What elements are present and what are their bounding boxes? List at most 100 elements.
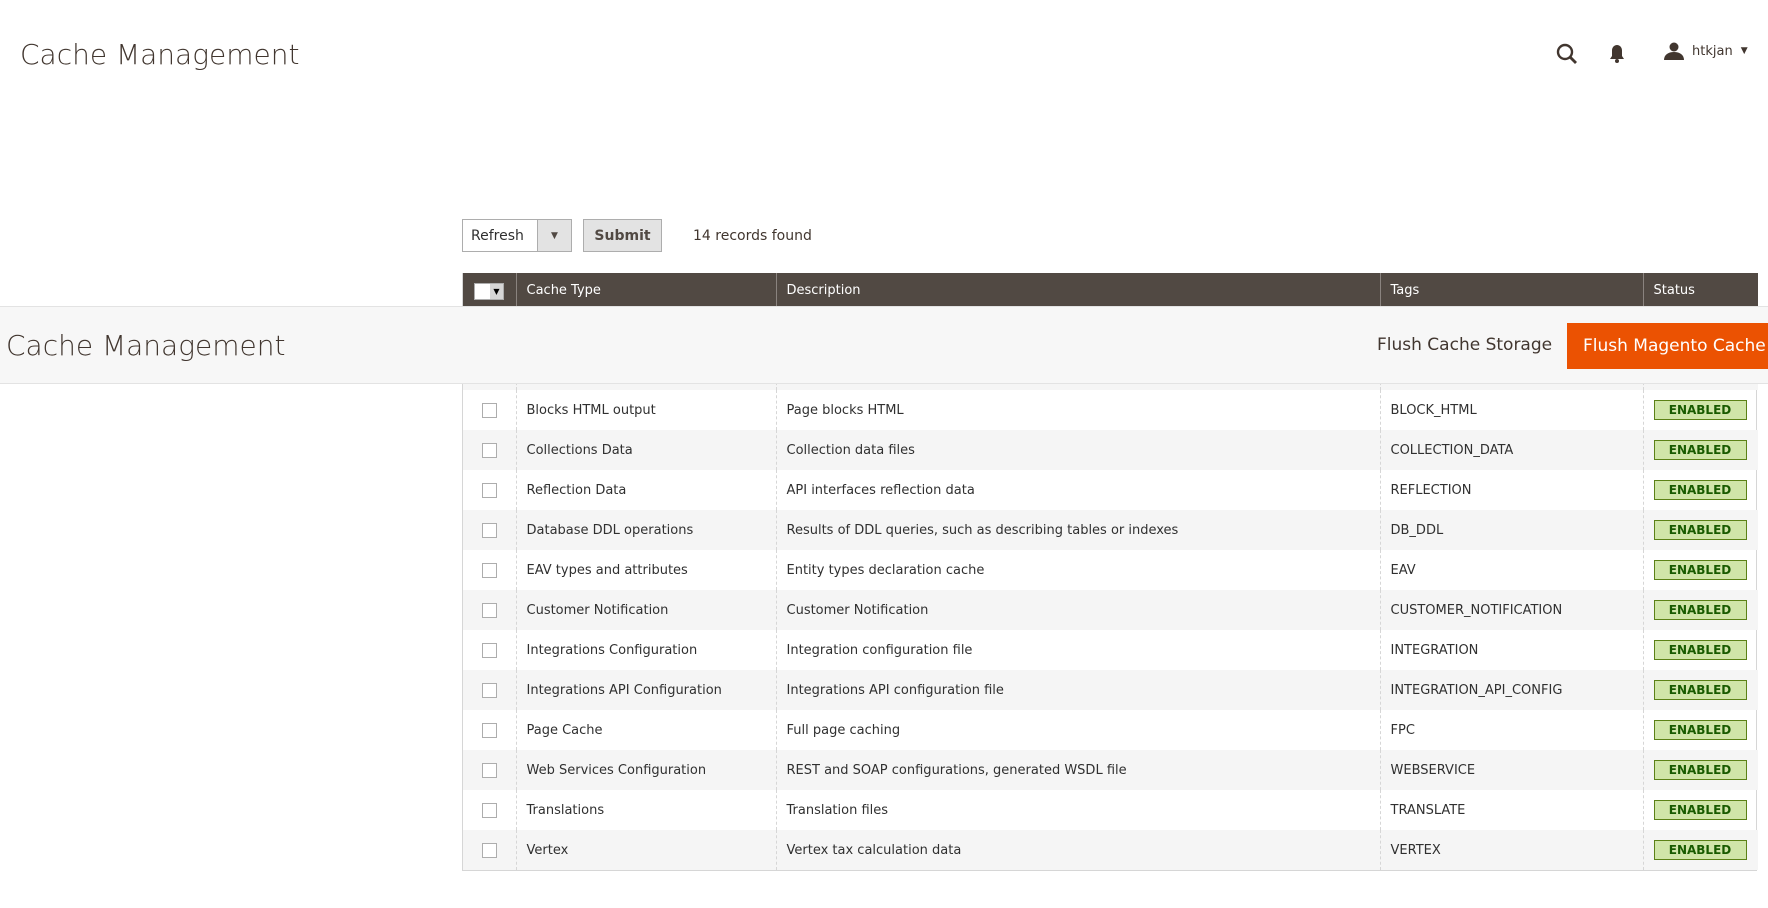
username: htkjan	[1692, 43, 1733, 59]
row-checkbox-cell[interactable]	[463, 830, 516, 870]
row-checkbox-cell[interactable]	[463, 750, 516, 790]
row-checkbox[interactable]	[481, 762, 497, 778]
row-checkbox[interactable]	[481, 402, 497, 418]
description: Integrations API configuration file	[775, 670, 1380, 710]
caret-down-icon[interactable]: ▼	[490, 284, 503, 299]
status-cell: ENABLED	[1642, 510, 1758, 550]
table-row: Blocks HTML output Page blocks HTML BLOC…	[463, 390, 1758, 430]
row-checkbox[interactable]	[481, 522, 497, 538]
status-cell: ENABLED	[1642, 430, 1758, 470]
status-badge: ENABLED	[1653, 480, 1747, 500]
flush-cache-storage-button[interactable]: Flush Cache Storage	[1377, 335, 1552, 355]
row-checkbox-cell[interactable]	[463, 470, 516, 510]
description: Translation files	[775, 790, 1380, 830]
row-checkbox-cell[interactable]	[463, 630, 516, 670]
tags: EAV	[1379, 550, 1643, 590]
table-row: Collections Data Collection data files C…	[463, 430, 1758, 470]
bell-icon[interactable]	[1609, 44, 1625, 64]
tags: INTEGRATION_API_CONFIG	[1379, 670, 1643, 710]
status-cell: ENABLED	[1642, 550, 1758, 590]
status-cell: ENABLED	[1642, 790, 1758, 830]
status-cell: ENABLED	[1642, 830, 1758, 870]
table-row: Database DDL operations Results of DDL q…	[463, 510, 1758, 550]
row-checkbox[interactable]	[481, 722, 497, 738]
mass-action-select[interactable]: Refresh ▼	[462, 219, 572, 252]
cache-type: Integrations API Configuration	[515, 670, 776, 710]
description: Integration configuration file	[775, 630, 1380, 670]
grid-toolbar: Refresh ▼ Submit 14 records found	[462, 219, 812, 252]
records-count: 14 records found	[693, 227, 812, 244]
description: Customer Notification	[775, 590, 1380, 630]
sticky-title: Cache Management	[6, 329, 286, 362]
page-title: Cache Management	[20, 38, 300, 71]
tags: VERTEX	[1379, 830, 1643, 870]
caret-down-icon: ▼	[1740, 46, 1748, 56]
table-row: Customer Notification Customer Notificat…	[463, 590, 1758, 630]
tags: REFLECTION	[1379, 470, 1643, 510]
table-row: Vertex Vertex tax calculation data VERTE…	[463, 830, 1758, 870]
cache-type: Vertex	[515, 830, 776, 870]
status-cell: ENABLED	[1642, 630, 1758, 670]
cache-type: Reflection Data	[515, 470, 776, 510]
status-cell: ENABLED	[1642, 470, 1758, 510]
row-checkbox-cell[interactable]	[463, 550, 516, 590]
row-checkbox[interactable]	[481, 842, 497, 858]
status-badge: ENABLED	[1653, 440, 1747, 460]
status-cell: ENABLED	[1642, 710, 1758, 750]
row-checkbox[interactable]	[481, 442, 497, 458]
row-checkbox[interactable]	[481, 482, 497, 498]
cache-type: Blocks HTML output	[515, 390, 776, 430]
status-cell: ENABLED	[1642, 390, 1758, 430]
flush-magento-cache-button[interactable]: Flush Magento Cache	[1567, 323, 1768, 369]
row-checkbox[interactable]	[481, 682, 497, 698]
status-badge: ENABLED	[1653, 640, 1747, 660]
table-row: Page Cache Full page caching FPC ENABLED	[463, 710, 1758, 750]
cache-type: Integrations Configuration	[515, 630, 776, 670]
description: Entity types declaration cache	[775, 550, 1380, 590]
description: Page blocks HTML	[775, 390, 1380, 430]
status-badge: ENABLED	[1653, 840, 1747, 860]
status-badge: ENABLED	[1653, 680, 1747, 700]
row-checkbox-cell[interactable]	[463, 430, 516, 470]
row-checkbox-cell[interactable]	[463, 390, 516, 430]
status-cell: ENABLED	[1642, 750, 1758, 790]
tags: COLLECTION_DATA	[1379, 430, 1643, 470]
search-icon[interactable]	[1555, 42, 1579, 66]
cache-type: Collections Data	[515, 430, 776, 470]
status-badge: ENABLED	[1653, 520, 1747, 540]
mass-action-value: Refresh	[471, 228, 524, 244]
table-row: Translations Translation files TRANSLATE…	[463, 790, 1758, 830]
row-checkbox[interactable]	[481, 602, 497, 618]
row-checkbox[interactable]	[481, 642, 497, 658]
tags: BLOCK_HTML	[1379, 390, 1643, 430]
description: Full page caching	[775, 710, 1380, 750]
tags: INTEGRATION	[1379, 630, 1643, 670]
status-badge: ENABLED	[1653, 720, 1747, 740]
submit-button[interactable]: Submit	[583, 219, 662, 252]
table-row: Integrations API Configuration Integrati…	[463, 670, 1758, 710]
table-row: Reflection Data API interfaces reflectio…	[463, 470, 1758, 510]
cache-type: Page Cache	[515, 710, 776, 750]
table-row: EAV types and attributes Entity types de…	[463, 550, 1758, 590]
table-row: Integrations Configuration Integration c…	[463, 630, 1758, 670]
tags: TRANSLATE	[1379, 790, 1643, 830]
cache-type: Customer Notification	[515, 590, 776, 630]
tags: DB_DDL	[1379, 510, 1643, 550]
user-menu[interactable]: htkjan ▼	[1664, 42, 1748, 60]
row-checkbox-cell[interactable]	[463, 710, 516, 750]
cache-type: Database DDL operations	[515, 510, 776, 550]
row-checkbox[interactable]	[481, 562, 497, 578]
status-badge: ENABLED	[1653, 600, 1747, 620]
row-checkbox[interactable]	[481, 802, 497, 818]
status-cell: ENABLED	[1642, 590, 1758, 630]
row-checkbox-cell[interactable]	[463, 670, 516, 710]
chevron-down-icon[interactable]: ▼	[537, 220, 571, 251]
row-checkbox-cell[interactable]	[463, 790, 516, 830]
description: Results of DDL queries, such as describi…	[775, 510, 1380, 550]
row-checkbox-cell[interactable]	[463, 590, 516, 630]
row-checkbox-cell[interactable]	[463, 510, 516, 550]
cache-type: Translations	[515, 790, 776, 830]
status-cell: ENABLED	[1642, 670, 1758, 710]
status-badge: ENABLED	[1653, 800, 1747, 820]
tags: CUSTOMER_NOTIFICATION	[1379, 590, 1643, 630]
